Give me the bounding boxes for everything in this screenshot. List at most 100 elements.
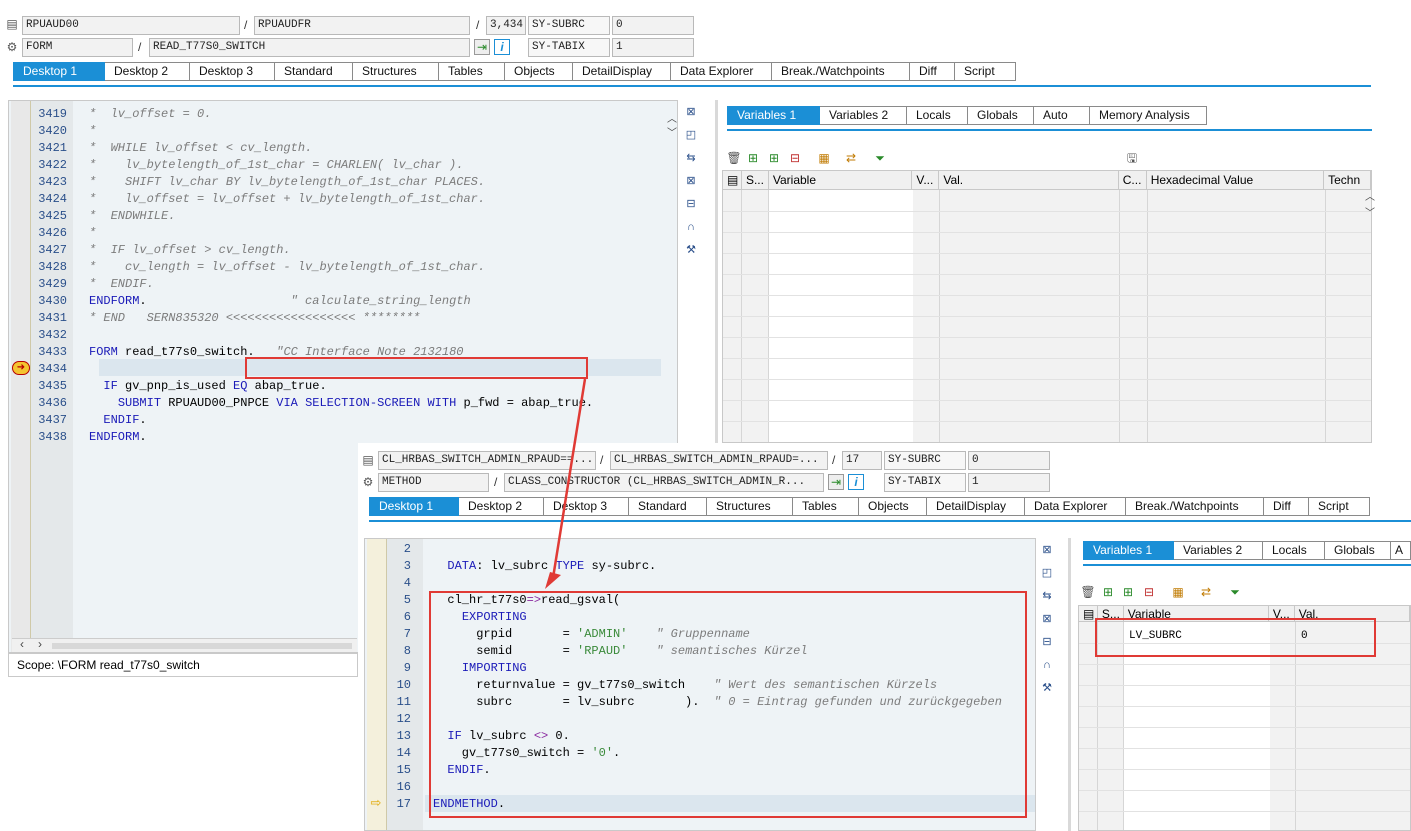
tab-breakpoints[interactable]: Break./Watchpoints xyxy=(772,62,910,81)
tab-diff[interactable]: Diff xyxy=(1264,497,1309,516)
tab-data-explorer[interactable]: Data Explorer xyxy=(671,62,772,81)
tab-desktop-1[interactable]: Desktop 1 xyxy=(369,497,459,516)
filter-icon[interactable]: ⏷ xyxy=(1227,584,1243,600)
delete-icon[interactable]: 🗑 xyxy=(1080,584,1096,600)
headset-icon[interactable]: ∩ xyxy=(683,219,699,235)
append-icon[interactable]: ⊞ xyxy=(1120,584,1136,600)
grid-scroll-up-icon[interactable]: ︿ xyxy=(1362,190,1378,206)
tab-desktop-3[interactable]: Desktop 3 xyxy=(544,497,629,516)
maximize-icon[interactable]: ⊠ xyxy=(683,173,699,189)
tab-desktop-3[interactable]: Desktop 3 xyxy=(190,62,275,81)
breakpoint-column[interactable] xyxy=(11,101,31,652)
program-field[interactable]: CL_HRBAS_SWITCH_ADMIN_RPAUD==... xyxy=(378,451,596,470)
tab-variables-2[interactable]: Variables 2 xyxy=(820,106,907,125)
tab-auto[interactable]: Auto xyxy=(1034,106,1090,125)
group-icon[interactable]: ▦ xyxy=(816,150,832,166)
event-name-field[interactable]: CLASS_CONSTRUCTOR (CL_HRBAS_SWITCH_ADMIN… xyxy=(504,473,824,492)
event-type-field[interactable]: METHOD xyxy=(378,473,489,492)
scroll-down-icon[interactable]: ﹀ xyxy=(664,126,680,142)
transfer-icon[interactable]: ⇄ xyxy=(1198,584,1214,600)
tab-data-explorer[interactable]: Data Explorer xyxy=(1025,497,1126,516)
save-icon[interactable]: 🖫 xyxy=(1124,150,1140,166)
sy-tabix-value[interactable]: 1 xyxy=(612,38,694,57)
tab-breakpoints[interactable]: Break./Watchpoints xyxy=(1126,497,1264,516)
info-icon[interactable]: i xyxy=(848,474,864,490)
insert-icon[interactable]: ⊞ xyxy=(1100,584,1116,600)
tab-variables-2[interactable]: Variables 2 xyxy=(1174,541,1263,560)
append-icon[interactable]: ⊞ xyxy=(766,150,782,166)
split-icon[interactable]: ⊟ xyxy=(683,196,699,212)
sy-subrc-value[interactable]: 0 xyxy=(612,16,694,35)
breakpoint-column[interactable] xyxy=(367,539,387,830)
tab-structures[interactable]: Structures xyxy=(353,62,439,81)
line-number-field[interactable]: 3,434 xyxy=(486,16,526,35)
splitter[interactable] xyxy=(715,100,718,445)
remove-row-icon[interactable]: ⊟ xyxy=(787,150,803,166)
tab-standard[interactable]: Standard xyxy=(629,497,707,516)
swap-icon[interactable]: ⇆ xyxy=(683,150,699,166)
tab-tables[interactable]: Tables xyxy=(439,62,505,81)
navigate-icon[interactable]: ⇥ xyxy=(474,39,490,55)
remove-row-icon[interactable]: ⊟ xyxy=(1141,584,1157,600)
tab-locals[interactable]: Locals xyxy=(907,106,968,125)
new-view-icon[interactable]: ◰ xyxy=(1039,565,1055,581)
info-icon[interactable]: i xyxy=(494,39,510,55)
event-name-field[interactable]: READ_T77S0_SWITCH xyxy=(149,38,470,57)
tab-memory-analysis[interactable]: Memory Analysis xyxy=(1090,106,1207,125)
headset-icon[interactable]: ∩ xyxy=(1039,657,1055,673)
swap-icon[interactable]: ⇆ xyxy=(1039,588,1055,604)
delete-icon[interactable]: 🗑 xyxy=(726,150,742,166)
gear-icon: ⚙ xyxy=(6,40,18,54)
event-type-field[interactable]: FORM xyxy=(22,38,133,57)
tab-tables[interactable]: Tables xyxy=(793,497,859,516)
tab-structures[interactable]: Structures xyxy=(707,497,793,516)
grid-scroll-down-icon[interactable]: ﹀ xyxy=(1362,206,1378,222)
sy-subrc-value[interactable]: 0 xyxy=(968,451,1050,470)
layout-icon[interactable]: ▤ xyxy=(723,171,742,189)
filter-icon[interactable]: ⏷ xyxy=(872,150,888,166)
include-field[interactable]: RPUAUDFR xyxy=(254,16,470,35)
maximize-icon[interactable]: ⊠ xyxy=(1039,611,1055,627)
tab-globals[interactable]: Globals xyxy=(968,106,1034,125)
settings-tool-icon[interactable]: ⚒ xyxy=(1039,680,1055,696)
splitter[interactable] xyxy=(1068,538,1071,831)
program-field[interactable]: RPUAUD00 xyxy=(22,16,240,35)
scroll-left-icon[interactable]: ‹ xyxy=(20,637,24,651)
tab-diff[interactable]: Diff xyxy=(910,62,955,81)
grid-row-line xyxy=(723,253,1371,254)
variables-grid-top[interactable]: ▤ S... Variable V... Val. C... Hexadecim… xyxy=(722,170,1372,443)
tab-variables-1[interactable]: Variables 1 xyxy=(1083,541,1174,560)
tab-script[interactable]: Script xyxy=(955,62,1016,81)
include-field[interactable]: CL_HRBAS_SWITCH_ADMIN_RPAUD=... xyxy=(610,451,828,470)
settings-tool-icon[interactable]: ⚒ xyxy=(683,242,699,258)
grid-row-line xyxy=(723,421,1371,422)
new-view-icon[interactable]: ◰ xyxy=(683,127,699,143)
transfer-icon[interactable]: ⇄ xyxy=(843,150,859,166)
tab-desktop-2[interactable]: Desktop 2 xyxy=(105,62,190,81)
horizontal-scrollbar[interactable]: ‹ › xyxy=(12,637,357,652)
tab-desktop-1[interactable]: Desktop 1 xyxy=(13,62,105,81)
tab-standard[interactable]: Standard xyxy=(275,62,353,81)
tab-variables-1[interactable]: Variables 1 xyxy=(727,106,820,125)
split-icon[interactable]: ⊟ xyxy=(1039,634,1055,650)
tab-desktop-2[interactable]: Desktop 2 xyxy=(459,497,544,516)
tab-detaildisplay[interactable]: DetailDisplay xyxy=(927,497,1025,516)
tab-auto[interactable]: A xyxy=(1391,541,1411,560)
scroll-right-icon[interactable]: › xyxy=(38,637,42,651)
tab-locals[interactable]: Locals xyxy=(1263,541,1325,560)
close-view-icon[interactable]: ⊠ xyxy=(1039,542,1055,558)
insert-icon[interactable]: ⊞ xyxy=(745,150,761,166)
tab-script[interactable]: Script xyxy=(1309,497,1370,516)
line-number-field[interactable]: 17 xyxy=(842,451,882,470)
grid-row-line xyxy=(723,211,1371,212)
sy-tabix-value[interactable]: 1 xyxy=(968,473,1050,492)
group-icon[interactable]: ▦ xyxy=(1170,584,1186,600)
close-view-icon[interactable]: ⊠ xyxy=(683,104,699,120)
tab-objects[interactable]: Objects xyxy=(505,62,573,81)
tab-globals[interactable]: Globals xyxy=(1325,541,1391,560)
tab-underline xyxy=(369,520,1411,522)
tab-detaildisplay[interactable]: DetailDisplay xyxy=(573,62,671,81)
tab-objects[interactable]: Objects xyxy=(859,497,927,516)
scrollbar-thumb[interactable] xyxy=(52,643,352,649)
navigate-icon[interactable]: ⇥ xyxy=(828,474,844,490)
